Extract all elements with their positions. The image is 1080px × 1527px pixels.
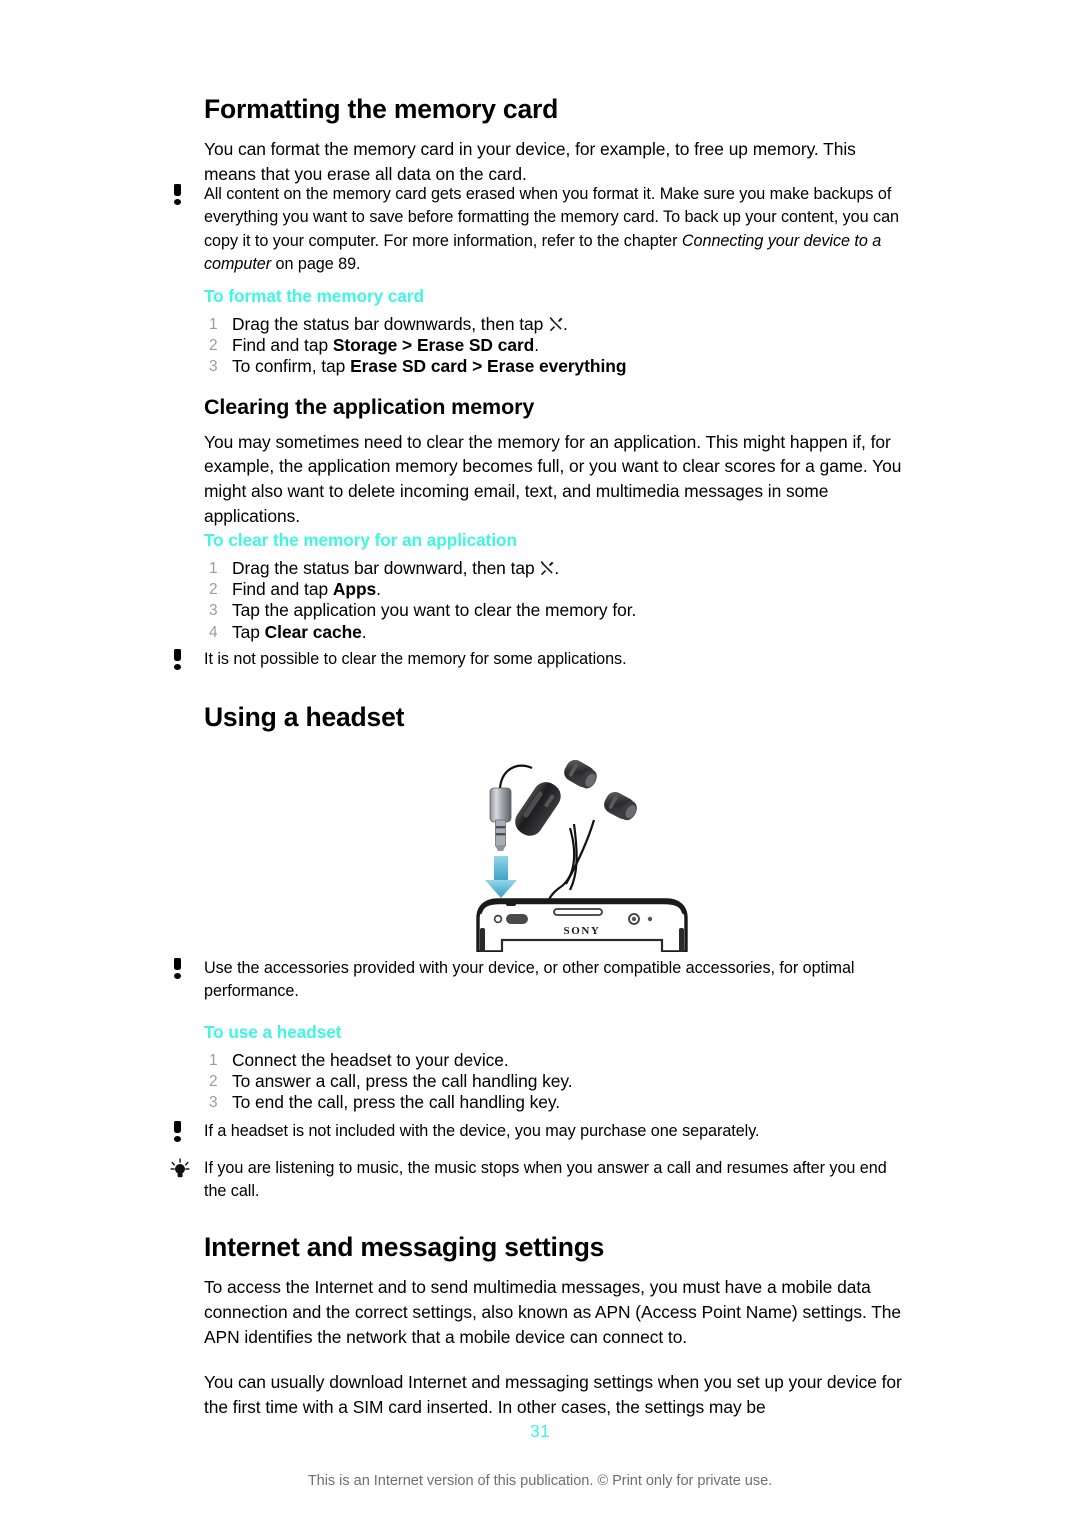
step-text: Find and tap xyxy=(232,335,333,356)
procedure-clear-application-memory: To clear the memory for an application D… xyxy=(204,530,904,644)
list-item: Tap Clear cache. xyxy=(204,621,904,644)
inline-remote xyxy=(515,782,561,836)
list-item: To confirm, tap Erase SD card > Erase ev… xyxy=(204,356,904,378)
headset-illustration-svg: SONY xyxy=(476,759,688,976)
steps-list-use-a-headset: Connect the headset to your device. To a… xyxy=(204,1049,904,1115)
list-item: To end the call, press the call handling… xyxy=(204,1092,904,1114)
note-headset-accessories: Use the accessories provided with your d… xyxy=(170,957,904,1004)
procedure-heading-format-memory-card: To format the memory card xyxy=(204,286,425,306)
step-suffix: . xyxy=(534,335,540,356)
page-title-internet-and-messaging-settings: Internet and messaging settings xyxy=(204,1232,605,1262)
earbud-lower xyxy=(604,792,637,821)
steps-list-clear-memory: Drag the status bar downward, then tap .… xyxy=(204,558,904,644)
step-bold: Apps xyxy=(332,579,377,600)
intro-paragraph-clearing: You may sometimes need to clear the memo… xyxy=(204,431,902,526)
note-text-part2: on page 89. xyxy=(271,255,361,274)
procedure-use-a-headset: To use a headset Connect the headset to … xyxy=(204,1022,904,1114)
sony-logo: SONY xyxy=(564,925,601,937)
lightbulb-icon xyxy=(170,1157,204,1180)
section-internet-and-messaging-settings: Internet and messaging settings To acces… xyxy=(204,1232,904,1419)
step-suffix: . xyxy=(361,621,367,642)
section-using-a-headset: Using a headset xyxy=(204,702,904,745)
headset-to-phone-illustration: SONY xyxy=(466,752,716,976)
paragraph-apn-explanation: To access the Internet and to send multi… xyxy=(204,1277,902,1347)
earbud-upper xyxy=(564,759,597,789)
step-text: Drag the status bar downwards, then tap xyxy=(232,313,549,334)
phone-top: SONY xyxy=(476,898,688,976)
intro-paragraph-formatting: You can format the memory card in your d… xyxy=(204,139,856,185)
procedure-heading-clear-memory: To clear the memory for an application xyxy=(204,530,517,550)
list-item: Tap the application you want to clear th… xyxy=(204,600,904,622)
headset-cable-lower xyxy=(561,827,576,887)
exclamation-icon xyxy=(170,183,204,205)
list-item: To answer a call, press the call handlin… xyxy=(204,1071,904,1093)
list-item: Connect the headset to your device. xyxy=(204,1049,904,1072)
list-item: Find and tap Storage > Erase SD card. xyxy=(204,335,904,357)
note-headset-not-included: If a headset is not included with the de… xyxy=(170,1120,904,1143)
list-item: Find and tap Apps. xyxy=(204,579,904,601)
step-text: Connect the headset to your device. xyxy=(232,1049,509,1070)
page-title-clearing-application-memory: Clearing the application memory xyxy=(204,395,535,419)
exclamation-icon xyxy=(170,957,204,979)
step-text: Drag the status bar downward, then tap xyxy=(232,557,540,578)
section-formatting-memory-card: Formatting the memory card You can forma… xyxy=(204,94,904,187)
step-bold: Clear cache xyxy=(264,621,362,642)
exclamation-icon xyxy=(170,1120,204,1142)
note-text-not-included: If a headset is not included with the de… xyxy=(204,1122,760,1140)
procedure-heading-use-a-headset: To use a headset xyxy=(204,1022,342,1042)
step-text: Tap xyxy=(232,621,265,642)
note-text-accessories: Use the accessories provided with your d… xyxy=(204,959,855,1001)
manual-page: Formatting the memory card You can forma… xyxy=(0,0,1080,1527)
step-text: To answer a call, press the call handlin… xyxy=(232,1071,573,1092)
note-text-clearing: It is not possible to clear the memory f… xyxy=(204,650,627,668)
step-suffix: . xyxy=(563,313,568,334)
note-clearing-application-memory: It is not possible to clear the memory f… xyxy=(170,648,904,671)
step-suffix: . xyxy=(554,557,560,578)
footer-copyright-note: This is an Internet version of this publ… xyxy=(307,1473,773,1489)
step-bold: Erase SD card > Erase everything xyxy=(350,356,627,377)
page-title-using-a-headset: Using a headset xyxy=(204,702,405,732)
settings-tools-icon xyxy=(549,316,563,331)
page-title-formatting-memory-card: Formatting the memory card xyxy=(204,94,559,124)
step-text: Tap the application you want to clear th… xyxy=(232,600,637,621)
paragraph-download-settings: You can usually download Internet and me… xyxy=(204,1372,902,1417)
headphone-jack xyxy=(489,787,512,851)
note-formatting-memory-card: All content on the memory card gets eras… xyxy=(170,183,904,277)
tip-music-during-call: If you are listening to music, the music… xyxy=(170,1157,904,1204)
step-text: To end the call, press the call handling… xyxy=(232,1092,561,1113)
list-item: Drag the status bar downwards, then tap … xyxy=(204,313,904,336)
step-text: To confirm, tap xyxy=(232,356,351,377)
note-text-formatting: All content on the memory card gets eras… xyxy=(204,183,904,277)
procedure-format-memory-card: To format the memory card Drag the statu… xyxy=(204,286,904,378)
headset-cable-upper xyxy=(498,764,533,789)
step-text: Find and tap xyxy=(232,579,333,600)
page-number: 31 xyxy=(529,1421,551,1441)
tip-text-music: If you are listening to music, the music… xyxy=(204,1159,887,1201)
exclamation-icon xyxy=(170,648,204,670)
section-clearing-application-memory: Clearing the application memory You may … xyxy=(204,395,904,528)
down-arrow xyxy=(485,856,517,898)
step-suffix: . xyxy=(376,579,381,600)
settings-tools-icon xyxy=(540,560,554,575)
list-item: Drag the status bar downward, then tap . xyxy=(204,557,904,580)
steps-list-format-memory-card: Drag the status bar downwards, then tap … xyxy=(204,313,904,379)
step-bold: Storage > Erase SD card xyxy=(332,335,535,356)
